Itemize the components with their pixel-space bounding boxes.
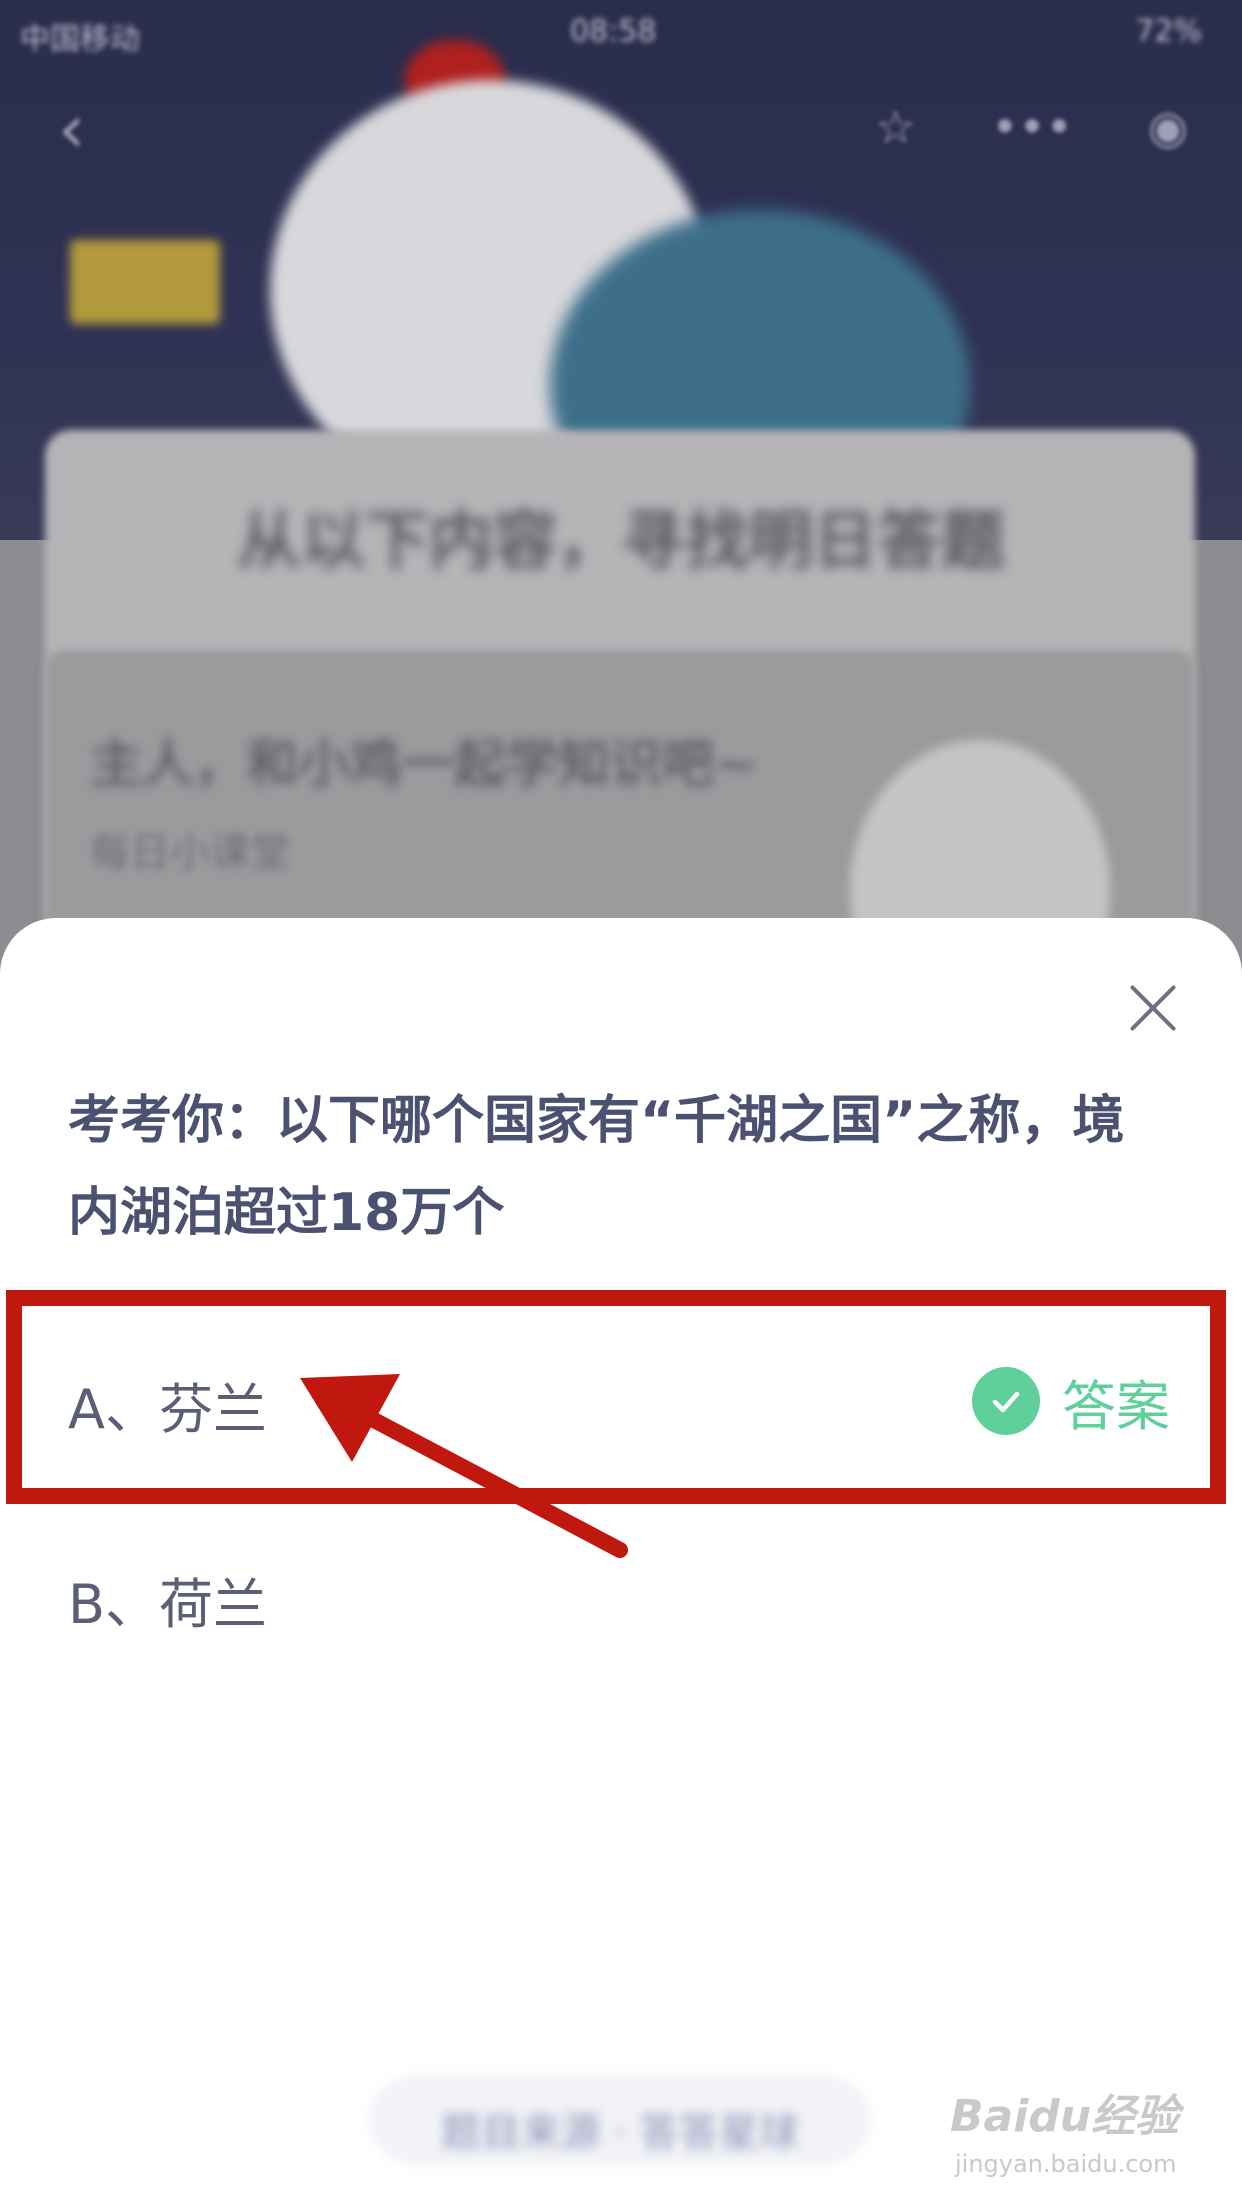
option-b[interactable]: B、荷兰 [68, 1560, 267, 1639]
more-icon[interactable]: ••• [991, 100, 1072, 154]
badge-icon [70, 240, 220, 324]
quiz-question: 考考你：以下哪个国家有“千湖之国”之称，境内湖泊超过18万个 [68, 1091, 1125, 1243]
background-card-subtitle: 每日小课堂 [90, 830, 290, 876]
star-icon[interactable]: ☆ [875, 100, 916, 154]
carrier-label: 中国移动 [20, 22, 140, 57]
background-card-title: 主人，和小鸡一起学知识吧~ [90, 735, 758, 795]
back-icon[interactable]: ‹ [58, 96, 118, 164]
status-bar: 中国移动 08:58 72% [0, 0, 1242, 64]
baidu-watermark: Baidu经验 [950, 2091, 1180, 2142]
nav-actions: ☆ ••• ◉ [805, 100, 1188, 160]
status-time: 08:58 [570, 14, 657, 49]
baidu-watermark-url: jingyan.baidu.com [955, 2150, 1177, 2178]
close-icon[interactable] [1120, 975, 1186, 1041]
highlight-box [6, 1290, 1226, 1504]
battery-label: 72% [1135, 14, 1202, 49]
background-heading: 从以下内容，寻找明日答题 [237, 505, 1005, 579]
target-icon[interactable]: ◉ [1148, 100, 1188, 154]
source-button-label: 题目来源 · 答答星球 [440, 2110, 800, 2156]
